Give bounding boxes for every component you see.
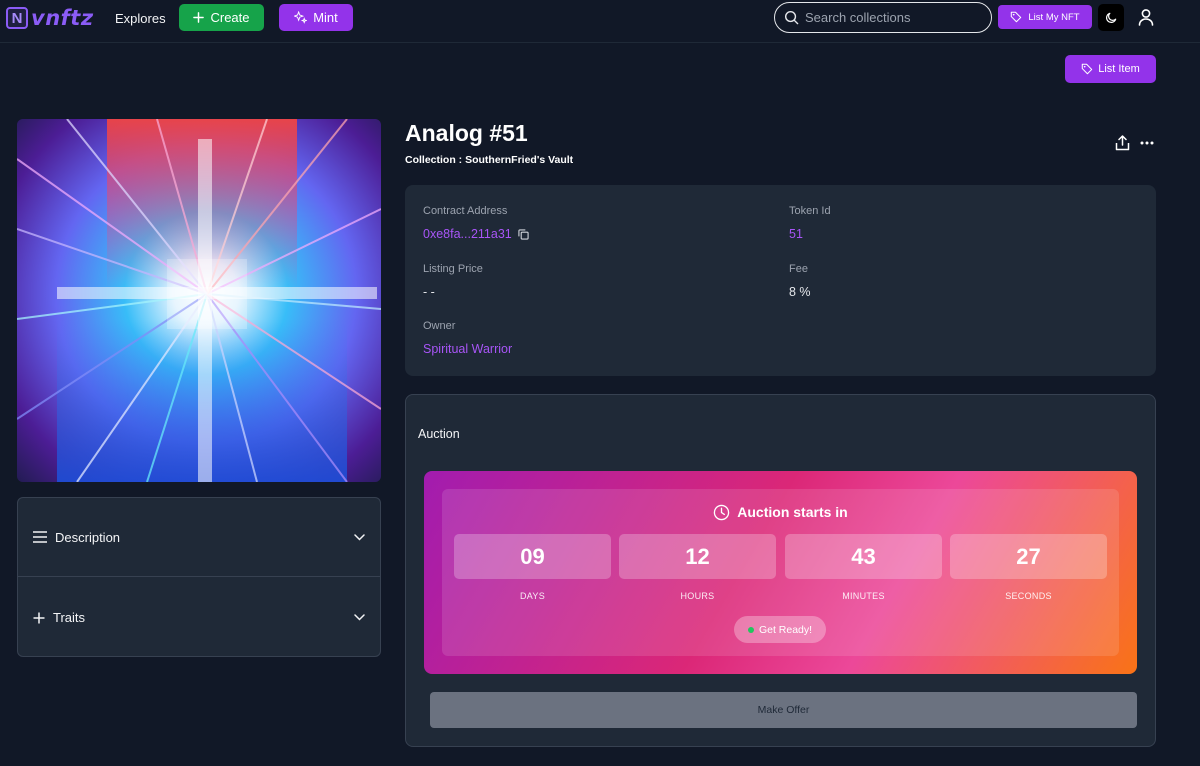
traits-accordion-header[interactable]: Traits [18, 578, 380, 657]
create-button[interactable]: Create [179, 4, 264, 31]
mint-button[interactable]: Mint [279, 4, 353, 31]
auction-countdown: Auction starts in 09 12 43 27 DAYS HOURS… [424, 471, 1137, 674]
hours-label: HOURS [680, 591, 715, 601]
copy-icon[interactable] [518, 228, 529, 240]
owner-label: Owner [423, 320, 456, 332]
logo-mark: N [6, 7, 28, 29]
logo-text: vnftz [31, 6, 94, 30]
create-button-label: Create [210, 10, 250, 25]
nav-explores-link[interactable]: Explores [115, 11, 166, 26]
search-box[interactable] [774, 2, 992, 33]
tag-icon [1081, 63, 1093, 75]
make-offer-button[interactable]: Make Offer [430, 692, 1137, 728]
search-input[interactable] [805, 10, 985, 25]
owner-value[interactable]: Spiritual Warrior [423, 342, 512, 356]
nft-title: Analog #51 [405, 120, 528, 146]
countdown-hours: 12 [619, 534, 776, 579]
countdown-seconds: 27 [950, 534, 1107, 579]
token-id-label: Token Id [789, 205, 831, 217]
mint-button-label: Mint [313, 10, 338, 25]
plus-icon [33, 612, 45, 623]
minutes-label: MINUTES [842, 591, 885, 601]
contract-address-value: 0xe8fa...211a31 [423, 227, 512, 241]
contract-address-label: Contract Address [423, 205, 508, 217]
nft-info-card: Contract Address 0xe8fa...211a31 Token I… [405, 185, 1156, 376]
list-item-button[interactable]: List Item [1065, 55, 1156, 83]
auction-card: Auction Auction starts in 09 12 43 27 DA… [405, 394, 1156, 747]
status-dot-icon [747, 626, 754, 633]
countdown-minutes: 43 [785, 534, 942, 579]
menu-lines-icon [33, 531, 47, 543]
top-nav: N vnftz Explores Create Mint List My NFT [0, 0, 1200, 43]
auction-title: Auction [418, 427, 460, 441]
fee-label: Fee [789, 263, 808, 275]
theme-toggle-button[interactable] [1098, 4, 1124, 31]
listing-price-value: - - [423, 285, 435, 299]
chevron-down-icon [354, 614, 365, 621]
more-options-icon[interactable] [1140, 141, 1154, 145]
get-ready-text: Get Ready! [758, 623, 813, 636]
list-item-label: List Item [1098, 63, 1140, 75]
nft-artwork [17, 119, 381, 482]
get-ready-badge: Get Ready! [734, 616, 826, 643]
plus-icon [193, 12, 205, 23]
share-icon[interactable] [1115, 135, 1130, 151]
description-label: Description [55, 529, 121, 545]
user-icon[interactable] [1136, 7, 1156, 27]
listing-price-label: Listing Price [423, 263, 483, 275]
days-label: DAYS [519, 591, 546, 601]
seconds-label: SECONDS [1005, 591, 1052, 601]
logo[interactable]: N vnftz [6, 5, 94, 31]
chevron-down-icon [354, 533, 365, 541]
list-my-nft-label: List My NFT [1028, 11, 1080, 23]
contract-address[interactable]: 0xe8fa...211a31 [423, 227, 529, 241]
fee-value: 8 % [789, 285, 811, 299]
moon-icon [1105, 12, 1116, 23]
countdown-days: 09 [454, 534, 611, 579]
collection-name[interactable]: Collection : SouthernFried's Vault [405, 154, 573, 166]
details-accordion: Description Traits [17, 497, 381, 657]
clock-icon [714, 504, 730, 520]
traits-label: Traits [53, 610, 86, 625]
countdown-panel: Auction starts in 09 12 43 27 DAYS HOURS… [442, 489, 1119, 656]
list-my-nft-button[interactable]: List My NFT [998, 5, 1092, 29]
token-id-value[interactable]: 51 [789, 227, 803, 241]
countdown-heading-text: Auction starts in [737, 504, 848, 520]
description-accordion-header[interactable]: Description [18, 498, 380, 577]
countdown-heading: Auction starts in [442, 501, 1119, 523]
tag-icon [1011, 11, 1022, 23]
search-icon [784, 10, 799, 25]
sparkles-icon [294, 11, 308, 24]
